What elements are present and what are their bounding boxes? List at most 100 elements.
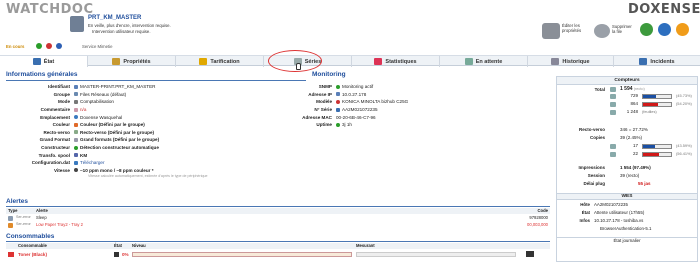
- printer-substatus: Intervention utilisateur requise.: [92, 29, 151, 34]
- tab-statistiques[interactable]: Statistiques: [352, 56, 440, 67]
- toner-icon: [8, 252, 14, 257]
- tab-bar: État Propriétés Tarification Séries Stat…: [0, 55, 700, 67]
- nav-current[interactable]: En cours: [6, 44, 24, 49]
- stop-icon[interactable]: [46, 43, 52, 49]
- tab-en-attente[interactable]: En attente: [440, 56, 528, 67]
- speed-icon: [74, 168, 78, 173]
- monitor-row: Uptime 3j 1h: [316, 122, 352, 128]
- duplex-icon: [74, 130, 78, 135]
- toner-level-bar: [132, 252, 352, 257]
- properties-icon: [112, 58, 121, 65]
- globe-icon[interactable]: [658, 23, 671, 36]
- info-row: Configuration.dat Télécharger: [31, 160, 105, 166]
- counter-bar: [642, 94, 672, 99]
- alerts-divider: [6, 206, 550, 207]
- counter-pct: (54.20%): [676, 101, 692, 106]
- printer-name: PRT_KM_MASTER: [88, 15, 142, 21]
- alert-row[interactable]: Ser-error Low Paper Tray2 - Tray 2 00,003,…: [6, 222, 550, 229]
- id-icon: [74, 84, 78, 89]
- monitor-row: Adresse IP 10.0.27.178: [308, 91, 367, 97]
- status-square-icon: [114, 252, 119, 257]
- help-icon[interactable]: [676, 23, 689, 36]
- info-row: Groupe Files Réseaux (défaut): [53, 91, 127, 97]
- info-row: Emplacement Doxense Wasquehal: [40, 114, 123, 120]
- tab-proprietes[interactable]: Propriétés: [88, 56, 176, 67]
- consumables-header: Consommable État Niveau Mesurant: [6, 243, 550, 249]
- info-row: Couleur Couleur (Défini par le groupe): [52, 122, 145, 128]
- counter-pct: (feuilles): [642, 109, 657, 114]
- edit-properties-icon[interactable]: [542, 23, 560, 39]
- info-row: Identifiant MASTER-PRINT.PRT_KM_MASTER: [48, 84, 156, 90]
- consumable-row: Toner (Black) 0%: [6, 250, 550, 259]
- cursor-hand-icon: [296, 63, 301, 70]
- refresh-icon[interactable]: [640, 23, 653, 36]
- download-config-link[interactable]: Télécharger: [74, 160, 105, 165]
- serial-icon: [336, 107, 340, 112]
- location-icon: [74, 115, 78, 120]
- tab-tarification[interactable]: Tarification: [176, 56, 264, 67]
- counter-icon: [610, 110, 616, 115]
- statistics-icon: [374, 58, 383, 65]
- alert-row[interactable]: Ser-error Sleep 97928000: [6, 215, 550, 222]
- edit-properties-button[interactable]: Éditer les propriétés: [562, 23, 590, 33]
- counter-bar-fill: [643, 103, 659, 106]
- general-divider: [6, 80, 306, 81]
- printer-icon: [70, 16, 84, 32]
- history-icon: [551, 58, 560, 65]
- info-row: Mode Comptabilisation: [58, 99, 114, 105]
- user-icon[interactable]: [56, 43, 62, 49]
- monitor-row: Adresse MAC 00-20-6B-46-C7-96: [302, 114, 376, 120]
- consumables-divider: [6, 241, 550, 242]
- measure-icon: [526, 251, 534, 257]
- alerts-title: Alertes: [6, 198, 29, 205]
- delete-queue-button[interactable]: Supprimer la file: [612, 24, 636, 34]
- delete-queue-icon[interactable]: [594, 24, 610, 38]
- alert-text: Sleep: [36, 215, 47, 220]
- counter-value: 729: [630, 93, 638, 98]
- printer-status: En veille, plus d'encre, intervention re…: [88, 23, 171, 28]
- status-icon: [32, 58, 41, 65]
- info-row: Transfo. spool KM: [38, 152, 88, 158]
- monitoring-title: Monitoring: [312, 71, 346, 78]
- tab-historique[interactable]: Historique: [528, 56, 614, 67]
- counter-bar-fill: [643, 145, 656, 148]
- mode-icon: [74, 99, 78, 104]
- counter-value: 864: [630, 101, 638, 106]
- counter-icon: [610, 152, 616, 157]
- highlight-circle: [268, 50, 322, 72]
- pending-icon: [464, 58, 473, 65]
- counter-bar: [642, 102, 672, 107]
- counter-pct: (45.73%): [676, 93, 692, 98]
- info-row: Recto-verso Recto-verso (Défini par le gr…: [43, 129, 155, 135]
- pager-label: Service Mimetie: [82, 44, 113, 49]
- info-row: Grand Format Grand formats (Défini par le…: [39, 137, 160, 143]
- counter-bar-fill: [643, 95, 656, 98]
- alert-type: Ser-error: [16, 222, 31, 226]
- counter-row: 1 248 (feuilles): [560, 109, 698, 116]
- counter-value: 17: [632, 143, 638, 148]
- counter-row: 729 (45.73%): [560, 93, 698, 100]
- monitor-row: Modèle KONICA MINOLTA bizhub C25G: [316, 99, 409, 105]
- counter-value: 1 248: [626, 109, 638, 114]
- alert-icon: [8, 223, 13, 228]
- download-icon: [74, 160, 78, 165]
- tab-incidents[interactable]: Incidents: [614, 56, 700, 67]
- color-icon: [74, 122, 78, 127]
- watchdoc-logo: WATCHDOC: [6, 2, 94, 17]
- total-icon: [610, 87, 616, 92]
- monitoring-list: SNMP Monitoring actif Adresse IP 10.0.27.1…: [270, 83, 550, 129]
- measure-bar: [356, 252, 516, 257]
- counter-bar: [642, 144, 672, 149]
- network-icon: [336, 92, 340, 97]
- spool-icon: [74, 153, 78, 158]
- play-icon[interactable]: [36, 43, 42, 49]
- monitor-row: N° Série AA2M021072235: [314, 107, 378, 113]
- doxense-logo: DOXENSE: [628, 2, 700, 17]
- alert-code: 97928000: [529, 215, 548, 220]
- counter-bar-fill: [643, 153, 659, 156]
- tab-etat[interactable]: État: [0, 56, 88, 67]
- info-row: Commentaire n/a: [40, 107, 87, 113]
- pricing-icon: [199, 58, 208, 65]
- alert-type: Ser-error: [16, 215, 31, 219]
- alerts-header: Type Alerte Code: [6, 208, 550, 214]
